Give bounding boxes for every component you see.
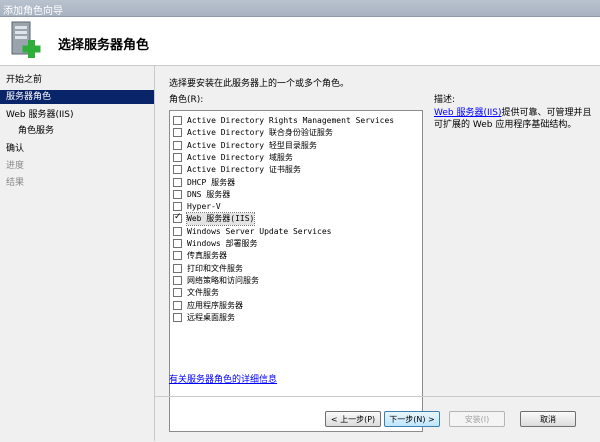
role-label: Active Directory 联合身份验证服务 (187, 128, 333, 138)
role-checkbox[interactable] (173, 152, 182, 162)
role-checkbox[interactable] (173, 212, 182, 224)
role-checkbox[interactable] (173, 312, 182, 322)
previous-button[interactable]: < 上一步(P) (325, 411, 381, 427)
role-label: 应用程序服务器 (187, 300, 243, 310)
role-label: 打印和文件服务 (187, 263, 243, 273)
role-label: Active Directory 轻型目录服务 (187, 140, 317, 150)
nav-step-label: 确认 (6, 144, 25, 154)
role-label: Active Directory Rights Management Servi… (187, 116, 395, 125)
title-bar: 添加角色向导 (0, 0, 600, 17)
role-checkbox[interactable] (173, 116, 182, 125)
role-label: DHCP 服务器 (187, 177, 236, 187)
nav-step-label: 服务器角色 (6, 92, 52, 102)
cancel-button[interactable]: 取消 (520, 411, 576, 427)
nav-step-label: 开始之前 (6, 75, 43, 85)
role-label: Windows 部署服务 (187, 239, 258, 248)
role-checkbox[interactable] (173, 165, 182, 175)
role-checkbox[interactable] (173, 177, 182, 187)
nav-step[interactable]: 服务器角色 (0, 90, 154, 104)
nav-step[interactable]: 确认 (0, 142, 154, 156)
role-checkbox[interactable] (173, 300, 182, 310)
roles-label: 角色(R): (169, 95, 204, 105)
role-label: 文件服务 (187, 288, 219, 298)
nav-step[interactable]: 开始之前 (0, 73, 154, 87)
nav-step-label: 角色服务 (18, 126, 55, 136)
nav-step-label: 结果 (6, 178, 25, 188)
nav-step[interactable]: Web 服务器(IIS) (0, 108, 154, 122)
role-label: Active Directory 域服务 (187, 152, 293, 162)
install-button[interactable]: 安装(I) (449, 411, 505, 427)
role-label: Windows Server Update Services (187, 226, 332, 236)
role-checkbox[interactable] (173, 128, 182, 138)
role-label: Active Directory 证书服务 (187, 165, 301, 175)
nav-step[interactable]: 角色服务 (0, 124, 154, 138)
more-info-link[interactable]: 有关服务器角色的详细信息 (169, 372, 277, 385)
next-button[interactable]: 下一步(N) > (384, 411, 440, 427)
main-content: 选择要安装在此服务器上的一个或多个角色。 角色(R): Active Direc… (155, 66, 600, 441)
role-label: 网络策略和访问服务 (187, 275, 259, 285)
role-checkbox[interactable] (173, 189, 182, 199)
role-checkbox[interactable] (173, 275, 182, 285)
role-checkbox[interactable] (173, 251, 182, 261)
nav-step-label: 进度 (6, 161, 25, 171)
window-title: 添加角色向导 (3, 6, 63, 17)
instruction-text: 选择要安装在此服务器上的一个或多个角色。 (169, 79, 350, 89)
role-checkbox[interactable] (173, 202, 182, 212)
description-label: 描述: (434, 95, 456, 105)
role-label: 远程桌面服务 (187, 312, 235, 322)
role-checkbox[interactable] (173, 288, 182, 298)
role-label: 传真服务器 (187, 251, 227, 261)
role-checkbox[interactable] (173, 239, 182, 248)
server-add-icon (11, 21, 41, 58)
page-title: 选择服务器角色 (58, 38, 150, 53)
role-label: Hyper-V (187, 202, 221, 212)
role-label: DNS 服务器 (187, 189, 231, 199)
role-label: Web 服务器(IIS) (185, 212, 256, 227)
description-link[interactable]: Web 服务器(IIS) (434, 108, 502, 118)
wizard-header: 选择服务器角色 (0, 17, 600, 66)
role-checkbox[interactable] (173, 263, 182, 273)
wizard-footer: < 上一步(P) 下一步(N) > 安装(I) 取消 (155, 396, 600, 442)
nav-step-label: Web 服务器(IIS) (6, 110, 74, 120)
wizard-steps: 开始之前服务器角色 Web 服务器(IIS) 角色服务确认进度结果 (0, 66, 155, 441)
role-checkbox[interactable] (173, 140, 182, 150)
description-text: Web 服务器(IIS)提供可靠、可管理并且可扩展的 Web 应用程序基础结构。 (434, 107, 594, 131)
nav-step[interactable]: 进度 (0, 159, 154, 173)
role-checkbox[interactable] (173, 226, 182, 236)
nav-step[interactable]: 结果 (0, 176, 154, 190)
